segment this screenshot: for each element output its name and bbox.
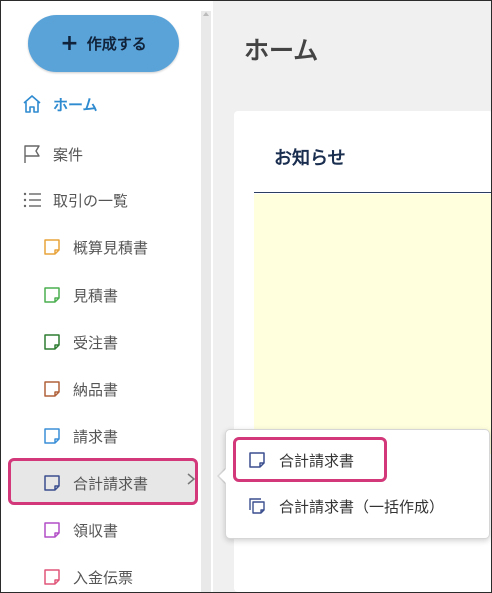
sidebar-item-label: 概算見積書 — [73, 238, 149, 257]
sidebar-item-label: 取引の一覧 — [53, 191, 129, 210]
document-icon — [44, 475, 60, 491]
submenu-item-label: 合計請求書（一括作成） — [279, 497, 445, 516]
sidebar-item-label: 見積書 — [73, 286, 119, 305]
documents-stack-icon — [249, 498, 265, 514]
document-icon — [44, 334, 60, 350]
sidebar-item-label: 入金伝票 — [73, 568, 134, 587]
sidebar-item-label: 受注書 — [73, 333, 119, 352]
sidebar-item-invoice[interactable]: 請求書 — [43, 424, 118, 448]
list-icon — [21, 189, 43, 211]
card-title: お知らせ — [274, 148, 346, 169]
sidebar: + 作成する ホーム 案件 取引の一覧 概算見積書 見積書 受注書 納品書 請求… — [1, 1, 213, 592]
sidebar-item-estimate[interactable]: 見積書 — [43, 283, 118, 307]
notice-content-area — [254, 194, 491, 454]
sidebar-item-label: 案件 — [53, 145, 84, 164]
create-button-label: 作成する — [86, 35, 147, 53]
document-icon — [44, 239, 60, 255]
scroll-up-icon[interactable] — [201, 9, 211, 19]
popup-pointer-inner — [219, 468, 227, 484]
submenu-item-total-invoice[interactable]: 合計請求書 — [248, 449, 354, 471]
document-icon — [44, 522, 60, 538]
document-icon — [249, 452, 265, 468]
home-icon — [21, 93, 43, 115]
submenu-item-label: 合計請求書 — [279, 451, 355, 470]
app-window: ホーム お知らせ + 作成する ホーム 案件 取引の一覧 概算見積書 見積書 受… — [0, 0, 492, 593]
sidebar-item-label: 領収書 — [73, 521, 119, 540]
sidebar-item-label: ホーム — [53, 95, 98, 114]
document-icon — [44, 381, 60, 397]
plus-icon: + — [60, 30, 79, 56]
chevron-right-icon — [187, 473, 196, 485]
card-divider — [254, 192, 491, 193]
document-icon — [44, 569, 60, 585]
sidebar-item-home[interactable]: ホーム — [21, 92, 98, 116]
sidebar-item-label: 納品書 — [73, 380, 119, 399]
sidebar-item-estimate-draft[interactable]: 概算見積書 — [43, 235, 148, 259]
sidebar-scrollbar[interactable] — [201, 11, 211, 592]
sidebar-item-label: 請求書 — [73, 427, 119, 446]
document-icon — [44, 287, 60, 303]
page-title: ホーム — [244, 36, 319, 65]
sidebar-item-total-invoice[interactable]: 合計請求書 — [43, 471, 148, 495]
sidebar-item-delivery[interactable]: 納品書 — [43, 377, 118, 401]
document-icon — [44, 428, 60, 444]
sidebar-item-order[interactable]: 受注書 — [43, 330, 118, 354]
flag-icon — [21, 143, 43, 165]
sidebar-item-receipt[interactable]: 領収書 — [43, 518, 118, 542]
sidebar-item-label: 合計請求書 — [73, 474, 149, 493]
sidebar-item-transactions[interactable]: 取引の一覧 — [21, 188, 128, 212]
submenu-item-total-invoice-bulk[interactable]: 合計請求書（一括作成） — [248, 495, 444, 517]
create-button[interactable]: + 作成する — [28, 15, 179, 72]
sidebar-item-payment-slip[interactable]: 入金伝票 — [43, 565, 133, 589]
sidebar-item-projects[interactable]: 案件 — [21, 142, 83, 166]
